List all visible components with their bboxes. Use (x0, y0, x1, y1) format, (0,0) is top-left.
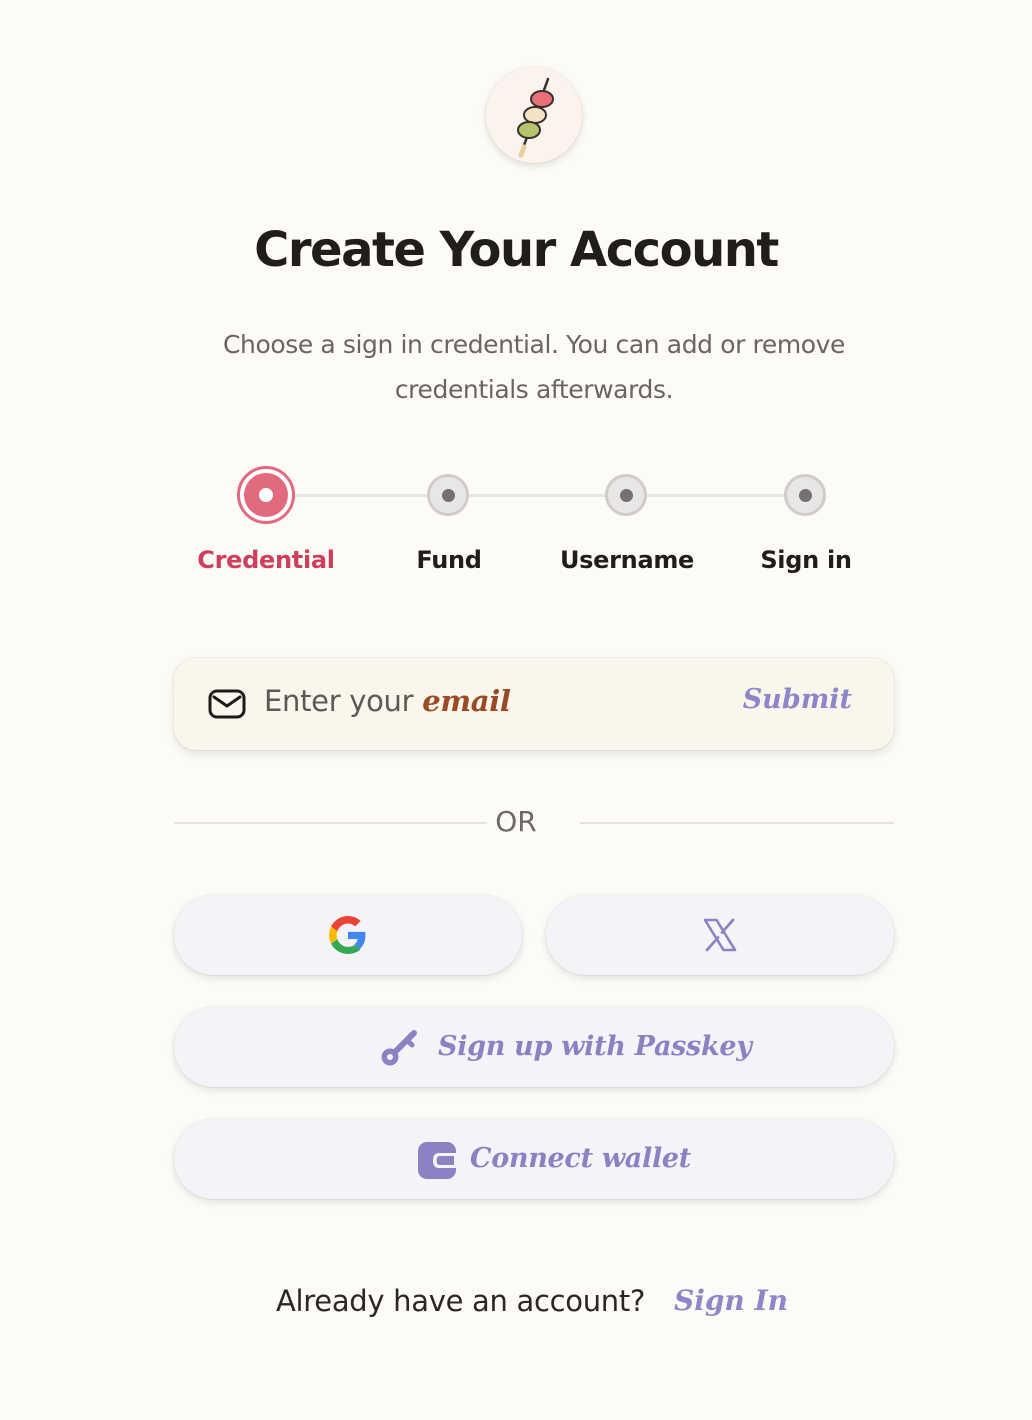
stepper-track (266, 494, 806, 497)
dango-skewer-icon (517, 77, 554, 158)
divider-label: OR (495, 805, 537, 838)
email-field[interactable]: Enter your email Submit (174, 658, 894, 750)
step-username-indicator (605, 474, 647, 516)
x-signin-button[interactable] (546, 895, 894, 975)
wallet-button-label: Connect wallet (470, 1143, 691, 1174)
passkey-button-label: Sign up with Passkey (438, 1031, 752, 1062)
page-title: Create Your Account (254, 222, 779, 278)
passkey-signup-button[interactable]: Sign up with Passkey (174, 1007, 894, 1087)
step-signin-indicator (784, 474, 826, 516)
submit-button[interactable]: Submit (743, 684, 852, 715)
signin-prompt: Already have an account? (276, 1284, 646, 1318)
google-icon (329, 916, 366, 954)
step-username-label: Username (559, 546, 695, 574)
step-credential-label: Credential (197, 546, 335, 574)
email-placeholder[interactable]: Enter your email (264, 684, 511, 718)
app-logo (486, 67, 582, 163)
key-icon (381, 1030, 417, 1066)
x-icon (703, 918, 737, 952)
step-signin-label: Sign in (760, 546, 852, 574)
google-signin-button[interactable] (174, 895, 522, 975)
step-credential-indicator (237, 466, 295, 524)
mail-icon (208, 689, 246, 719)
wallet-icon (418, 1142, 457, 1179)
email-placeholder-prefix: Enter your (264, 684, 423, 718)
signin-link[interactable]: Sign In (674, 1284, 788, 1317)
step-fund-indicator (427, 474, 469, 516)
page-subtitle: Choose a sign in credential. You can add… (222, 330, 846, 404)
step-fund-label: Fund (416, 546, 482, 574)
connect-wallet-button[interactable]: Connect wallet (174, 1119, 894, 1199)
email-placeholder-emphasis: email (422, 684, 511, 718)
